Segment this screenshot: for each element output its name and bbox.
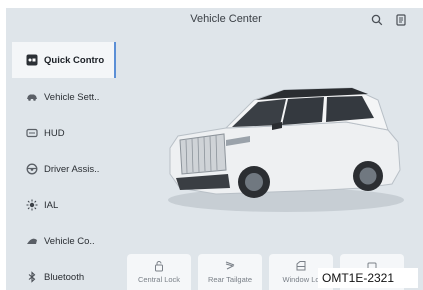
sidebar-item-label: Bluetooth — [44, 271, 85, 283]
figure-code-label: OMT1E-2321 — [318, 268, 418, 288]
rear-tailgate-label: Rear Tailgate — [207, 275, 253, 284]
sidebar-item-label: Quick Contro — [44, 54, 105, 66]
sidebar-item-vehicle-settings[interactable]: Vehicle Sett.. — [12, 79, 116, 115]
sidebar-item-label: IAL — [44, 199, 59, 211]
quick-control-icon — [26, 54, 38, 66]
vehicle-center-screen: Vehicle Center Quick Contro Vehicle Sett… — [6, 8, 423, 290]
steering-wheel-icon — [26, 163, 38, 175]
vehicle-image — [156, 78, 406, 218]
page-title: Vehicle Center — [190, 13, 262, 25]
rear-tailgate-button[interactable]: Rear Tailgate — [198, 254, 262, 290]
sidebar-item-bluetooth[interactable]: Bluetooth — [12, 259, 116, 290]
light-icon — [26, 199, 38, 211]
sidebar-item-vehicle-control[interactable]: Vehicle Co.. — [12, 223, 116, 259]
lock-icon — [153, 260, 165, 272]
sidebar-item-label: Driver Assis.. — [44, 163, 100, 175]
car-icon — [26, 91, 38, 103]
bluetooth-icon — [26, 271, 38, 283]
sidebar-item-quick-control[interactable]: Quick Contro — [12, 42, 116, 78]
sidebar-item-label: Vehicle Co.. — [44, 235, 95, 247]
wiper-icon — [26, 235, 38, 247]
tailgate-icon — [224, 260, 236, 272]
top-bar: Vehicle Center — [6, 8, 423, 34]
sidebar-item-driver-assistance[interactable]: Driver Assis.. — [12, 151, 116, 187]
sidebar-item-ial[interactable]: IAL — [12, 187, 116, 223]
hud-icon — [26, 127, 38, 139]
search-icon[interactable] — [371, 14, 383, 26]
sidebar: Quick Contro Vehicle Sett.. HUD Driver A… — [6, 38, 118, 290]
sidebar-item-label: Vehicle Sett.. — [44, 91, 100, 103]
sidebar-item-hud[interactable]: HUD — [12, 115, 116, 151]
central-lock-label: Central Lock — [137, 275, 181, 284]
central-lock-button[interactable]: Central Lock — [127, 254, 191, 290]
document-menu-icon[interactable] — [395, 14, 407, 26]
window-icon — [295, 260, 307, 272]
sidebar-item-label: HUD — [44, 127, 65, 139]
